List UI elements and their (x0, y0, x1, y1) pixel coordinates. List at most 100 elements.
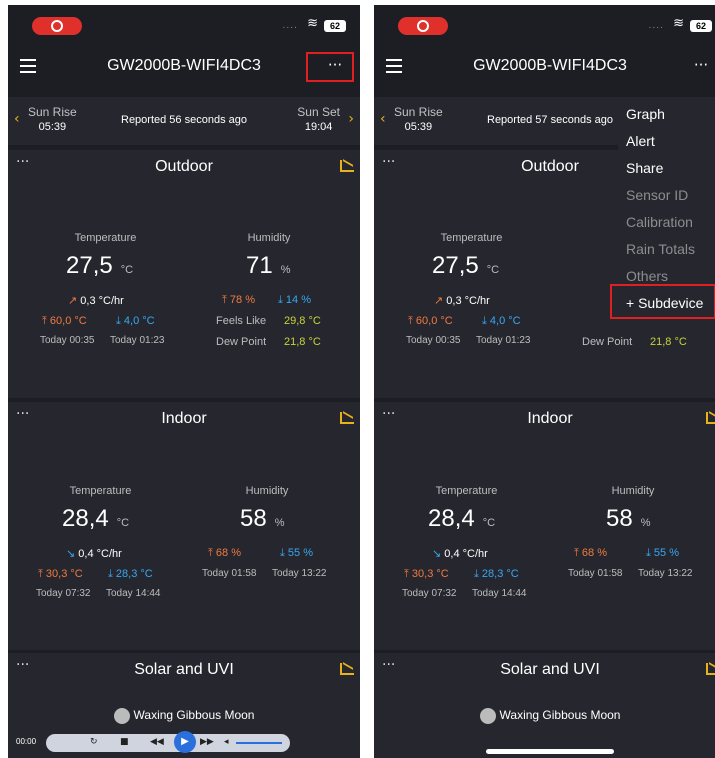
battery-icon: 62 (690, 20, 712, 32)
card-title: Indoor (161, 410, 207, 427)
rate-value: 0,4 °C/hr (78, 548, 122, 560)
hum-unit: % (280, 264, 291, 276)
phone-screen-right: .... ≋ 62 GW2000B-WIFI4DC3 ··· ‹ Sun Ris… (374, 5, 715, 758)
temp-rate: ↗ 0,3 °C/hr (68, 294, 124, 307)
hum-value: 58 (606, 505, 633, 532)
temp-min-time: Today 14:44 (106, 588, 161, 599)
tmax-value: 60,0 °C (415, 315, 453, 327)
humidity-label: Humidity (247, 232, 291, 244)
temp-max: ⤒ 60,0 °C (42, 315, 87, 328)
chart-icon[interactable] (706, 663, 715, 675)
hum-max: ⤒ 78 % (222, 294, 255, 307)
feels-like-value: 29,8 °C (284, 315, 321, 327)
min-icon: ⤓ (646, 547, 654, 559)
card-title: Indoor (527, 410, 573, 427)
indoor-humidity: 58% (240, 505, 284, 533)
indoor-temperature: 28,4 °C (62, 505, 129, 533)
sun-set-time: 19:04 (304, 121, 333, 133)
device-title: GW2000B-WIFI4DC3 (473, 57, 627, 74)
temp-value: 28,4 (62, 505, 109, 532)
tmin-value: 28,3 °C (481, 568, 519, 580)
trend-up-icon: ↗ (434, 295, 444, 307)
chart-icon[interactable] (706, 412, 715, 424)
tmax-value: 60,0 °C (49, 315, 87, 327)
hmax-value: 68 % (215, 547, 241, 559)
chart-icon[interactable] (340, 412, 354, 424)
min-icon: ⤓ (108, 568, 116, 580)
humidity-label: Humidity (611, 485, 655, 497)
sun-bar: ‹ Sun Rise 05:39 Reported 56 seconds ago … (8, 97, 360, 145)
temperature-label: Temperature (69, 485, 132, 497)
menu-item-calibration[interactable]: Calibration (626, 214, 693, 230)
indoor-card: ··· Indoor Temperature 28,4 °C Humidity 5… (8, 402, 360, 650)
outdoor-card: ··· Outdoor Temperature 27,5 °C Humidity … (8, 150, 360, 398)
chart-icon[interactable] (340, 160, 354, 172)
fast-forward-icon[interactable]: ▶▶ (200, 737, 214, 747)
media-player-bar[interactable]: 00:00 ↻ ■ ◀◀ ▶ ▶▶ ◂ (16, 731, 290, 753)
rewind-icon[interactable]: ◀◀ (150, 737, 164, 747)
temp-unit: °C (482, 517, 496, 529)
temp-unit: °C (116, 517, 130, 529)
temp-max: ⤒ 30,3 °C (404, 568, 449, 581)
dew-point-label: Dew Point (582, 336, 633, 348)
temp-rate: ↘ 0,4 °C/hr (66, 547, 122, 560)
outdoor-humidity: 71% (246, 252, 290, 280)
highlight-box (306, 52, 354, 82)
temp-max: ⤒ 60,0 °C (408, 315, 453, 328)
max-icon: ⤒ (38, 568, 46, 580)
outdoor-temperature: 27,5 °C (432, 252, 499, 280)
chevron-right-icon[interactable]: › (348, 111, 354, 127)
volume-slider[interactable] (236, 742, 282, 744)
card-title: Solar and UVI (500, 661, 600, 678)
screen-record-icon[interactable] (398, 17, 448, 35)
temp-min-time: Today 14:44 (472, 588, 527, 599)
volume-icon[interactable]: ◂ (224, 737, 229, 747)
media-time: 00:00 (16, 737, 37, 746)
hmin-value: 55 % (287, 547, 313, 559)
stop-icon[interactable]: ■ (120, 737, 129, 747)
play-icon[interactable]: ▶ (174, 731, 196, 753)
card-title: Outdoor (155, 158, 213, 175)
hmin-value: 14 % (285, 294, 311, 306)
menu-item-alert[interactable]: Alert (626, 133, 655, 149)
chart-icon[interactable] (340, 663, 354, 675)
menu-item-sensor-id[interactable]: Sensor ID (626, 187, 688, 203)
indoor-humidity: 58% (606, 505, 650, 533)
dew-point-value: 21,8 °C (650, 336, 687, 348)
temp-min: ⤓ 28,3 °C (474, 568, 519, 581)
moon-icon (479, 708, 496, 724)
sun-set-label: Sun Set (297, 105, 340, 119)
moon-label: Waxing Gibbous Moon (499, 708, 621, 723)
menu-item-rain-totals[interactable]: Rain Totals (626, 241, 695, 257)
menu-item-graph[interactable]: Graph (626, 106, 665, 122)
trend-up-icon: ↗ (68, 295, 78, 307)
temp-min-time: Today 01:23 (110, 335, 165, 346)
temp-min: ⤓ 4,0 °C (482, 315, 521, 328)
temp-rate: ↗ 0,3 °C/hr (434, 294, 490, 307)
temp-max-time: Today 07:32 (402, 588, 457, 599)
tmax-value: 30,3 °C (45, 568, 83, 580)
card-title: Solar and UVI (134, 661, 234, 678)
menu-item-share[interactable]: Share (626, 160, 663, 176)
moon-phase: Waxing Gibbous Moon (8, 708, 360, 724)
temp-min: ⤓ 28,3 °C (108, 568, 153, 581)
hum-value: 71 (246, 252, 273, 279)
moon-icon (113, 708, 130, 724)
more-options-button[interactable]: ··· (686, 55, 715, 79)
signal-icon: .... (282, 21, 298, 31)
moon-phase: Waxing Gibbous Moon (374, 708, 715, 724)
temp-max: ⤒ 30,3 °C (38, 568, 83, 581)
rate-value: 0,3 °C/hr (446, 295, 490, 307)
max-icon: ⤒ (574, 547, 582, 559)
menu-item-others[interactable]: Others (626, 268, 668, 284)
min-icon: ⤓ (278, 294, 286, 306)
temp-max-time: Today 07:32 (36, 588, 91, 599)
hum-value: 58 (240, 505, 267, 532)
feels-like-label: Feels Like (216, 315, 267, 327)
app-header: GW2000B-WIFI4DC3 ··· (374, 45, 715, 95)
temp-max-time: Today 00:35 (40, 335, 95, 346)
repeat-icon[interactable]: ↻ (90, 737, 98, 747)
home-indicator[interactable] (486, 749, 614, 754)
temperature-label: Temperature (435, 485, 498, 497)
screen-record-icon[interactable] (32, 17, 82, 35)
